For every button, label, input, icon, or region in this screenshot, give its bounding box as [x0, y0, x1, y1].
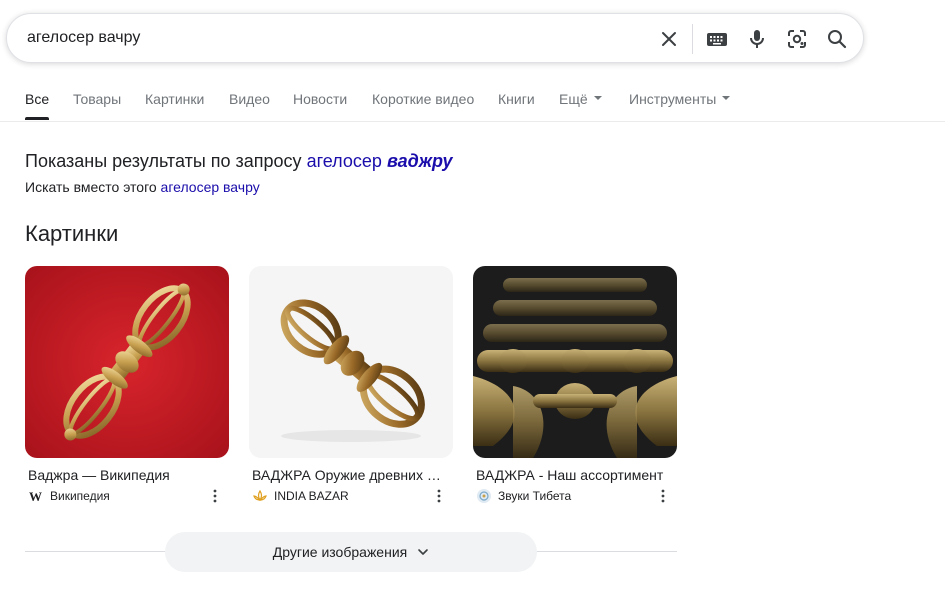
chevron-down-icon: [593, 96, 602, 101]
image-card-title[interactable]: Ваджра — Википедия: [28, 467, 226, 483]
more-options-icon[interactable]: [207, 488, 223, 504]
image-card-title[interactable]: ВАДЖРА - Наш ассортимент: [476, 467, 674, 483]
showing-results-for: Показаны результаты по запросу агелосер …: [25, 151, 453, 172]
image-thumbnail[interactable]: [25, 266, 229, 458]
lens-camera-icon[interactable]: [785, 27, 809, 51]
showing-prefix: Показаны результаты по запросу: [25, 151, 302, 171]
original-query-link[interactable]: агелосер вачру: [161, 179, 260, 195]
tab-tools-label: Инструменты: [629, 91, 717, 107]
corrected-query-bold: ваджру: [386, 151, 453, 171]
tab-images[interactable]: Картинки: [145, 91, 204, 107]
image-thumbnail[interactable]: [249, 266, 453, 458]
more-images-button[interactable]: Другие изображения: [165, 532, 537, 572]
search-box[interactable]: агелосер вачру: [6, 13, 864, 63]
tab-more[interactable]: Ещё: [559, 91, 602, 107]
image-card[interactable]: ВАДЖРА Оружие древних Богов INDIA BAZAR: [249, 266, 453, 503]
image-card-source-label: Звуки Тибета: [498, 489, 572, 503]
tab-videos[interactable]: Видео: [229, 91, 270, 107]
keyboard-icon[interactable]: [705, 27, 729, 51]
corrected-query-plain: агелосер: [306, 151, 382, 171]
more-options-icon[interactable]: [655, 488, 671, 504]
search-divider: [692, 24, 693, 54]
search-tabs: Все Товары Картинки Видео Новости Коротк…: [0, 88, 945, 122]
image-card-source-label: INDIA BAZAR: [274, 489, 349, 503]
image-card-source[interactable]: Звуки Тибета: [476, 488, 571, 504]
microphone-icon[interactable]: [745, 27, 769, 51]
tab-more-label: Ещё: [559, 91, 588, 107]
search-instead: Искать вместо этого агелосер вачру: [25, 179, 260, 195]
image-card[interactable]: ВАДЖРА - Наш ассортимент Звуки Тибета: [473, 266, 677, 503]
search-icon[interactable]: [825, 27, 849, 51]
clear-icon[interactable]: [657, 27, 681, 51]
image-thumbnail[interactable]: [473, 266, 677, 458]
image-card-source[interactable]: INDIA BAZAR: [252, 488, 349, 504]
search-input[interactable]: агелосер вачру: [27, 29, 140, 47]
corrected-query-link[interactable]: агелосер ваджру: [307, 151, 453, 171]
tab-products[interactable]: Товары: [73, 91, 121, 107]
chevron-down-icon: [417, 546, 429, 558]
more-options-icon[interactable]: [431, 488, 447, 504]
instead-prefix: Искать вместо этого: [25, 179, 157, 195]
image-card-title[interactable]: ВАДЖРА Оружие древних Богов: [252, 467, 450, 483]
wikipedia-w-icon: W: [28, 488, 44, 504]
image-card[interactable]: Ваджра — Википедия W Википедия: [25, 266, 229, 504]
zvuki-tibeta-icon: [476, 488, 492, 504]
image-card-source-label: Википедия: [50, 489, 110, 503]
svg-text:W: W: [29, 489, 42, 504]
chevron-down-icon: [722, 96, 731, 101]
tab-all[interactable]: Все: [25, 91, 49, 107]
image-card-source[interactable]: W Википедия: [28, 488, 110, 504]
more-images-label: Другие изображения: [272, 544, 408, 560]
india-bazar-lotus-icon: [252, 488, 268, 504]
active-tab-indicator: [25, 117, 49, 120]
images-section-title: Картинки: [25, 221, 119, 246]
tab-short-videos[interactable]: Короткие видео: [372, 91, 474, 107]
tab-news[interactable]: Новости: [293, 91, 347, 107]
tab-books[interactable]: Книги: [498, 91, 535, 107]
tab-tools[interactable]: Инструменты: [629, 91, 731, 107]
